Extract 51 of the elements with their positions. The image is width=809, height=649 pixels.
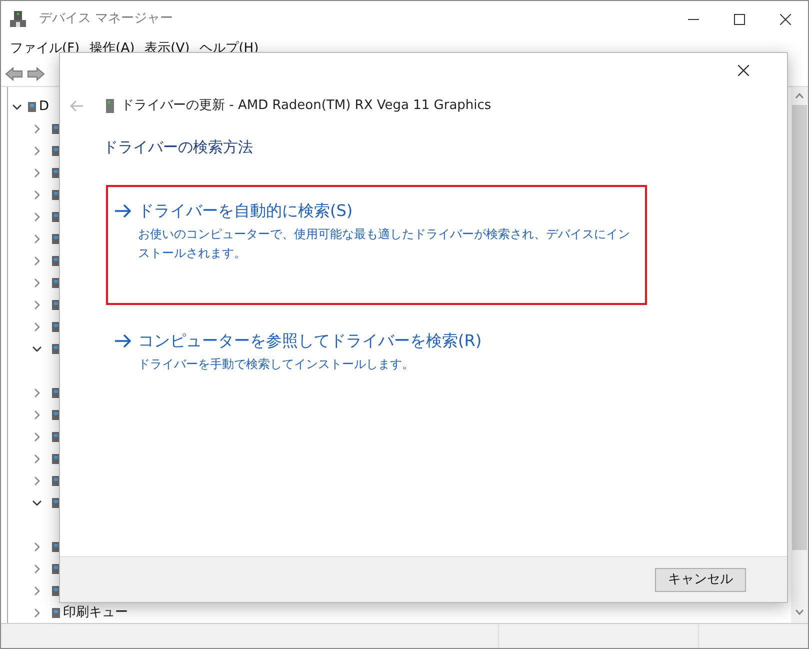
option-description: ドライバーを手動で検索してインストールします。 [138, 356, 415, 373]
expand-chevron-icon[interactable] [32, 388, 42, 398]
scroll-thumb[interactable] [792, 105, 807, 550]
expand-chevron-icon[interactable] [32, 212, 42, 222]
option-title[interactable]: ドライバーを自動的に検索(S) [138, 199, 353, 223]
expand-chevron-icon[interactable] [32, 146, 42, 156]
right-arrow-icon [114, 204, 132, 218]
maximize-icon [734, 14, 744, 24]
expand-chevron-icon[interactable] [32, 124, 42, 134]
expand-chevron-icon[interactable] [32, 476, 42, 486]
scroll-down-icon[interactable] [795, 609, 804, 615]
dialog-title: ドライバーの更新 - AMD Radeon(TM) RX Vega 11 Graphics [121, 97, 492, 116]
expand-chevron-icon[interactable] [32, 454, 42, 464]
search-option[interactable]: コンピューターを参照してドライバーを検索(R) ドライバーを手動で検索してインストールします。 [106, 317, 647, 374]
close-icon [780, 14, 790, 24]
collapse-chevron-icon[interactable] [12, 102, 22, 112]
collapse-chevron-icon[interactable] [32, 344, 42, 354]
window-title: デバイス マネージャー [39, 10, 174, 28]
minimize-icon [688, 18, 698, 20]
expand-chevron-icon[interactable] [32, 190, 42, 200]
expand-chevron-icon[interactable] [32, 410, 42, 420]
device-manager-icon [9, 10, 27, 28]
expand-chevron-icon[interactable] [32, 278, 42, 288]
back-arrow-icon[interactable] [5, 66, 23, 80]
scroll-up-icon[interactable] [795, 93, 804, 99]
expand-chevron-icon[interactable] [32, 586, 42, 596]
expand-chevron-icon[interactable] [32, 168, 42, 178]
device-icon [105, 99, 115, 113]
expand-chevron-icon[interactable] [32, 542, 42, 552]
expand-chevron-icon[interactable] [32, 322, 42, 332]
expand-chevron-icon[interactable] [32, 564, 42, 574]
device-icon [52, 608, 60, 618]
expand-chevron-icon[interactable] [32, 256, 42, 266]
expand-chevron-icon[interactable] [32, 432, 42, 442]
cancel-button[interactable]: キャンセル [655, 568, 746, 592]
device-icon [28, 102, 36, 112]
collapse-chevron-icon[interactable] [32, 498, 42, 508]
close-icon[interactable] [738, 64, 749, 76]
forward-arrow-icon[interactable] [27, 66, 45, 80]
expand-chevron-icon[interactable] [32, 608, 42, 618]
tree-item-label[interactable]: D [39, 97, 50, 117]
option-description: お使いのコンピューターで、使用可能な最も適したドライバーが検索され、デバイスにインストールされます。 [138, 226, 631, 262]
dialog-heading: ドライバーの検索方法 [103, 138, 253, 156]
highlighted-option[interactable]: ドライバーを自動的に検索(S) お使いのコンピューターで、使用可能な最も適したドライバーが検索され、デバイスにインストールされます。 [106, 185, 647, 305]
option-title[interactable]: コンピューターを参照してドライバーを検索(R) [138, 329, 482, 353]
right-arrow-icon [114, 334, 132, 348]
expand-chevron-icon[interactable] [32, 300, 42, 310]
expand-chevron-icon[interactable] [32, 234, 42, 244]
scrollbar[interactable] [791, 87, 808, 623]
back-arrow-icon[interactable] [70, 100, 84, 112]
tree-item-label[interactable]: 印刷キュー [63, 603, 128, 623]
